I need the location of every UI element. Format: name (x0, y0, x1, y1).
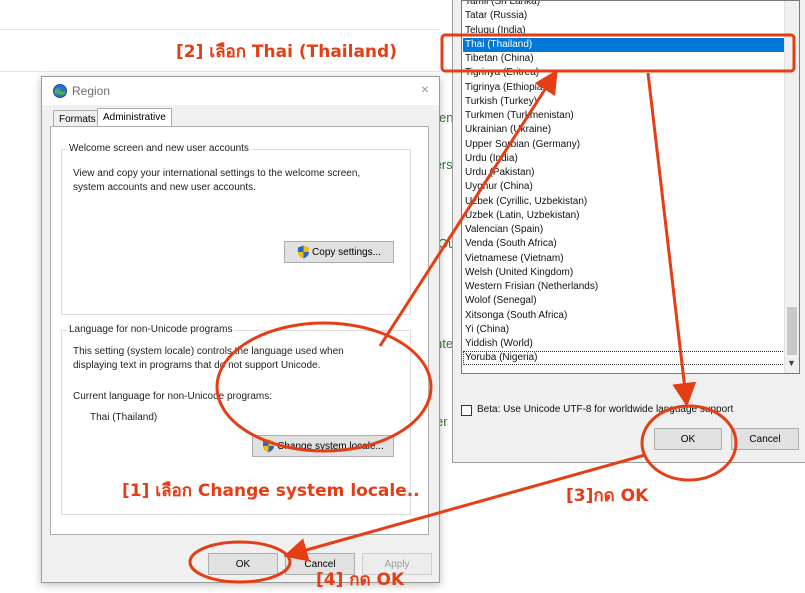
language-item[interactable]: Turkish (Turkey) (463, 95, 787, 109)
language-item[interactable]: Yi (China) (463, 323, 787, 337)
chevron-down-icon[interactable]: ▼ (787, 358, 796, 368)
language-item[interactable]: Uzbek (Latin, Uzbekistan) (463, 209, 787, 223)
language-item[interactable]: Ukrainian (Ukraine) (463, 123, 787, 137)
region-titlebar[interactable]: Region × (42, 77, 439, 105)
annotation-step2: [2] เลือก Thai (Thailand) (176, 42, 397, 62)
locale-cancel-button[interactable]: Cancel (731, 428, 799, 450)
language-item[interactable]: Xitsonga (South Africa) (463, 309, 787, 323)
welcome-description-line: system accounts and new user accounts. (73, 182, 256, 193)
annotation-step1: [1] เลือก Change system locale.. (122, 481, 420, 501)
annotation-step4: [4] กด OK (316, 570, 405, 590)
language-item[interactable]: Vietnamese (Vietnam) (463, 252, 787, 266)
language-item[interactable]: Uyghur (China) (463, 180, 787, 194)
copy-settings-button[interactable]: Copy settings... (284, 241, 394, 263)
region-title: Region (72, 84, 111, 98)
non-unicode-description-line: This setting (system locale) controls th… (73, 346, 344, 357)
globe-icon (53, 84, 67, 98)
welcome-group-title: Welcome screen and new user accounts (67, 143, 251, 154)
language-item[interactable]: Urdu (India) (463, 152, 787, 166)
non-unicode-description-line: displaying text in programs that do not … (73, 360, 321, 371)
list-scrollbar[interactable]: ▼ (784, 1, 799, 373)
language-item[interactable]: Yoruba (Nigeria) (463, 351, 787, 366)
change-system-locale-button[interactable]: Change system locale... (252, 435, 394, 457)
language-item[interactable]: Yiddish (World) (463, 337, 787, 351)
language-item[interactable]: Tigrinya (Ethiopia) (463, 81, 787, 95)
beta-utf8-checkbox[interactable] (461, 405, 472, 416)
region-dialog: Region × Formats Administrative Welcome … (41, 76, 440, 583)
language-item[interactable]: Tigrinya (Eritrea) (463, 66, 787, 80)
current-language-label: Current language for non-Unicode program… (73, 391, 272, 402)
background-divider (0, 29, 440, 30)
language-item[interactable]: Venda (South Africa) (463, 237, 787, 251)
language-item[interactable]: Tamil (Sri Lanka) (463, 1, 787, 9)
tab-administrative[interactable]: Administrative (97, 108, 172, 128)
welcome-description-line: View and copy your international setting… (73, 168, 361, 179)
language-item[interactable]: Thai (Thailand) (463, 37, 787, 52)
background-divider (0, 71, 440, 72)
language-item[interactable]: Telugu (India) (463, 24, 787, 38)
language-item[interactable]: Turkmen (Turkmenistan) (463, 109, 787, 123)
language-item[interactable]: Upper Sorbian (Germany) (463, 138, 787, 152)
language-item[interactable]: Welsh (United Kingdom) (463, 266, 787, 280)
system-locale-dialog: Tamil (Sri Lanka) Tatar (Russia) Telugu (I… (452, 0, 805, 463)
uac-shield-icon (263, 439, 275, 453)
language-item[interactable]: Urdu (Pakistan) (463, 166, 787, 180)
non-unicode-group-title: Language for non-Unicode programs (67, 324, 235, 335)
uac-shield-icon (298, 245, 310, 259)
language-item[interactable]: Uzbek (Cyrillic, Uzbekistan) (463, 195, 787, 209)
beta-utf8-label: Beta: Use Unicode UTF-8 for worldwide la… (477, 404, 734, 415)
language-item[interactable]: Tatar (Russia) (463, 9, 787, 23)
annotation-step3: [3]กด OK (566, 486, 649, 506)
close-icon[interactable]: × (421, 81, 429, 97)
language-item[interactable]: Wolof (Senegal) (463, 294, 787, 308)
region-ok-button[interactable]: OK (208, 553, 278, 575)
tab-panel-administrative: Welcome screen and new user accounts Vie… (50, 126, 429, 535)
locale-ok-button[interactable]: OK (654, 428, 722, 450)
scroll-thumb[interactable] (787, 307, 797, 355)
language-item[interactable]: Valencian (Spain) (463, 223, 787, 237)
language-list[interactable]: Tamil (Sri Lanka) Tatar (Russia) Telugu (I… (461, 0, 800, 374)
change-system-locale-label: Change system locale... (277, 440, 384, 452)
current-language-value: Thai (Thailand) (90, 412, 158, 423)
language-item[interactable]: Western Frisian (Netherlands) (463, 280, 787, 294)
copy-settings-label: Copy settings... (312, 246, 381, 258)
language-item[interactable]: Tibetan (China) (463, 52, 787, 66)
welcome-screen-group: Welcome screen and new user accounts Vie… (61, 143, 411, 315)
